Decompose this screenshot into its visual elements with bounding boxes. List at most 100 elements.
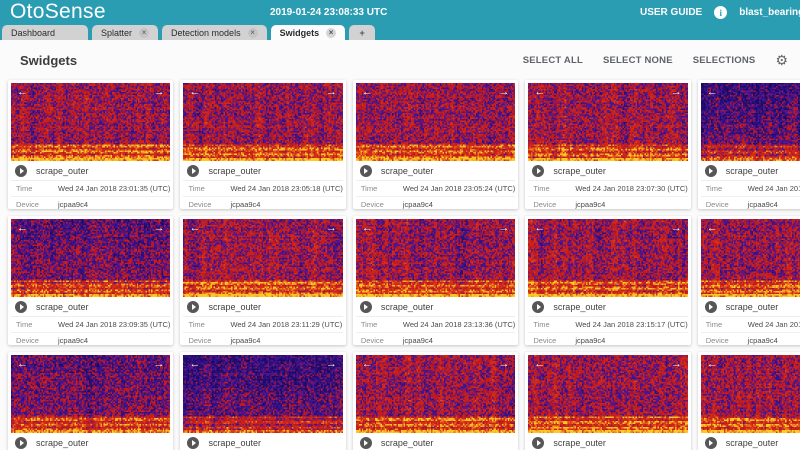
prev-arrow-icon[interactable]: ← <box>707 358 718 370</box>
spectrogram[interactable]: ← → <box>701 355 800 433</box>
device-label: Device <box>11 200 58 209</box>
next-arrow-icon[interactable]: → <box>326 358 337 370</box>
play-icon <box>20 440 24 446</box>
spectrogram[interactable]: ← → <box>528 355 687 433</box>
spectrogram[interactable]: ← → <box>356 83 515 161</box>
prev-arrow-icon[interactable]: ← <box>362 358 373 370</box>
device-value: jcpaa9c4 <box>748 200 778 209</box>
play-button[interactable] <box>15 165 27 177</box>
spectrogram[interactable]: ← → <box>528 219 687 297</box>
prev-arrow-icon[interactable]: ← <box>707 86 718 98</box>
next-arrow-icon[interactable]: → <box>498 358 509 370</box>
prev-arrow-icon[interactable]: ← <box>189 86 200 98</box>
play-row: scrape_outer <box>701 433 800 450</box>
play-button[interactable] <box>187 437 199 449</box>
play-button[interactable] <box>15 301 27 313</box>
prev-arrow-icon[interactable]: ← <box>534 222 545 234</box>
play-button[interactable] <box>15 437 27 449</box>
tab-bar: Dashboard Splatter × Detection models × … <box>2 25 375 40</box>
spectrogram[interactable]: ← → <box>183 83 342 161</box>
close-icon[interactable]: × <box>139 28 149 38</box>
select-all-button[interactable]: SELECT ALL <box>523 55 583 66</box>
next-arrow-icon[interactable]: → <box>153 358 164 370</box>
spectrogram[interactable]: ← → <box>183 219 342 297</box>
play-button[interactable] <box>705 165 717 177</box>
prev-arrow-icon[interactable]: ← <box>707 222 718 234</box>
spectrogram[interactable]: ← → <box>11 83 170 161</box>
play-button[interactable] <box>360 165 372 177</box>
play-button[interactable] <box>705 437 717 449</box>
info-icon[interactable]: i <box>714 6 727 19</box>
user-email[interactable]: blast_bearing@otosense.com <box>739 7 800 18</box>
tab-label: Dashboard <box>11 28 55 38</box>
spectrogram[interactable]: ← → <box>11 219 170 297</box>
device-value: jcpaa9c4 <box>575 336 605 345</box>
play-button[interactable] <box>187 165 199 177</box>
page-title: Swidgets <box>20 53 77 68</box>
play-icon <box>364 440 368 446</box>
tab-detection-models[interactable]: Detection models × <box>162 25 267 40</box>
prev-arrow-icon[interactable]: ← <box>534 358 545 370</box>
spectrogram[interactable]: ← → <box>183 355 342 433</box>
device-value: jcpaa9c4 <box>575 200 605 209</box>
play-row: scrape_outer <box>183 297 342 317</box>
prev-arrow-icon[interactable]: ← <box>362 222 373 234</box>
prev-arrow-icon[interactable]: ← <box>189 222 200 234</box>
next-arrow-icon[interactable]: → <box>153 86 164 98</box>
device-value: jcpaa9c4 <box>230 200 260 209</box>
close-icon[interactable]: × <box>326 28 336 38</box>
play-button[interactable] <box>532 165 544 177</box>
play-button[interactable] <box>532 437 544 449</box>
spectrogram[interactable]: ← → <box>701 83 800 161</box>
device-label: Device <box>356 200 403 209</box>
device-value: jcpaa9c4 <box>58 336 88 345</box>
play-button[interactable] <box>360 437 372 449</box>
play-button[interactable] <box>532 301 544 313</box>
close-icon[interactable]: × <box>248 28 258 38</box>
time-value: Wed 24 Jan 2018 23:09:35 (UTC) <box>58 320 170 329</box>
new-tab-button[interactable]: + <box>349 25 375 40</box>
spectrogram[interactable]: ← → <box>701 219 800 297</box>
prev-arrow-icon[interactable]: ← <box>17 358 28 370</box>
next-arrow-icon[interactable]: → <box>326 86 337 98</box>
spectrogram[interactable]: ← → <box>528 83 687 161</box>
prev-arrow-icon[interactable]: ← <box>17 222 28 234</box>
play-row: scrape_outer <box>528 433 687 450</box>
next-arrow-icon[interactable]: → <box>671 86 682 98</box>
selections-button[interactable]: SELECTIONS <box>693 55 756 66</box>
spectrogram-image <box>183 355 342 433</box>
prev-arrow-icon[interactable]: ← <box>17 86 28 98</box>
spectrogram[interactable]: ← → <box>356 219 515 297</box>
prev-arrow-icon[interactable]: ← <box>534 86 545 98</box>
prev-arrow-icon[interactable]: ← <box>189 358 200 370</box>
spectrogram[interactable]: ← → <box>356 355 515 433</box>
device-label: Device <box>528 200 575 209</box>
play-button[interactable] <box>360 301 372 313</box>
prev-arrow-icon[interactable]: ← <box>362 86 373 98</box>
spectrogram[interactable]: ← → <box>11 355 170 433</box>
tab-swidgets[interactable]: Swidgets × <box>271 25 346 40</box>
page-header: Swidgets SELECT ALL SELECT NONE SELECTIO… <box>0 40 800 80</box>
tab-splatter[interactable]: Splatter × <box>92 25 158 40</box>
next-arrow-icon[interactable]: → <box>326 222 337 234</box>
time-label: Time <box>701 184 748 193</box>
spectrogram-image <box>528 83 687 161</box>
tab-label: Detection models <box>171 28 241 38</box>
swidget-card: ← → scrape_outer Time Wed 24 Jan 2018 23… <box>353 216 518 345</box>
gear-icon[interactable]: ⚙ <box>775 53 788 67</box>
play-row: scrape_outer <box>356 161 515 181</box>
user-guide-link[interactable]: USER GUIDE <box>640 7 702 18</box>
next-arrow-icon[interactable]: → <box>498 222 509 234</box>
swidget-card: ← → scrape_outer Time Wed 24 Jan 2018 23… <box>525 80 690 209</box>
play-row: scrape_outer <box>701 161 800 181</box>
next-arrow-icon[interactable]: → <box>671 222 682 234</box>
next-arrow-icon[interactable]: → <box>153 222 164 234</box>
play-button[interactable] <box>705 301 717 313</box>
next-arrow-icon[interactable]: → <box>671 358 682 370</box>
time-label: Time <box>183 320 230 329</box>
select-none-button[interactable]: SELECT NONE <box>603 55 673 66</box>
next-arrow-icon[interactable]: → <box>498 86 509 98</box>
play-button[interactable] <box>187 301 199 313</box>
time-value: Wed 24 Jan 2018 23:01:35 (UTC) <box>58 184 170 193</box>
tab-dashboard[interactable]: Dashboard <box>2 25 88 40</box>
